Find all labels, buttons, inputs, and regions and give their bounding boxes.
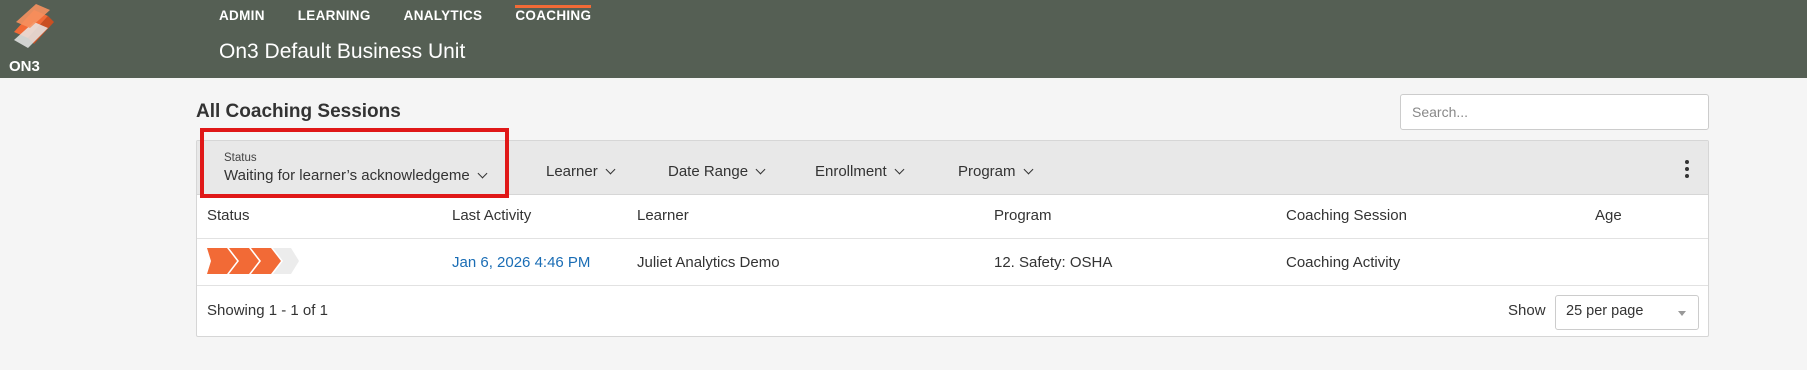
learner-cell: Juliet Analytics Demo [637,254,780,271]
last-activity-link[interactable]: Jan 6, 2026 4:46 PM [452,254,590,271]
status-filter-dropdown[interactable]: Status Waiting for learner’s acknowledge… [200,128,509,198]
column-header-last-activity[interactable]: Last Activity [452,207,531,224]
program-cell: 12. Safety: OSHA [994,254,1113,271]
per-page-label: Show [1508,302,1546,319]
chevron-down-icon [755,164,766,175]
caret-down-icon [1678,311,1686,316]
logo-text: ON3 [9,58,40,74]
column-header-program[interactable]: Program [994,207,1052,224]
nav-coaching[interactable]: COACHING [515,5,592,26]
on3-logo[interactable]: ON3 [6,2,64,74]
per-page-value: 25 per page [1566,303,1644,319]
learner-filter-label: Learner [546,163,598,180]
main-nav: ADMIN LEARNING ANALYTICS COACHING [219,5,624,26]
status-filter-label: Status [224,152,257,164]
chevron-down-icon [894,164,905,175]
divider [197,238,1708,239]
progress-chevrons-icon [207,248,299,274]
chevron-down-icon [605,164,616,175]
column-header-age[interactable]: Age [1595,207,1622,224]
date-range-filter[interactable]: Date Range [668,163,766,180]
nav-admin[interactable]: ADMIN [219,8,265,26]
more-options-icon[interactable] [1681,160,1693,180]
program-filter[interactable]: Program [958,163,1033,180]
column-header-coaching-session[interactable]: Coaching Session [1286,207,1407,224]
column-header-status[interactable]: Status [207,207,250,224]
status-filter-value: Waiting for learner’s acknowledgeme [224,167,499,184]
page-title: All Coaching Sessions [196,101,401,122]
search-input[interactable] [1400,94,1709,130]
divider [197,285,1708,286]
filter-bar: Status Waiting for learner’s acknowledge… [197,128,1708,198]
learner-filter[interactable]: Learner [546,163,616,180]
coaching-session-cell: Coaching Activity [1286,254,1401,271]
business-unit-title: On3 Default Business Unit [219,40,466,63]
per-page-select[interactable]: 25 per page [1555,295,1699,330]
program-filter-label: Program [958,163,1016,180]
chevron-down-icon [477,168,488,179]
top-bar: ON3 ADMIN LEARNING ANALYTICS COACHING On… [0,0,1807,78]
column-header-learner[interactable]: Learner [637,207,689,224]
enrollment-filter[interactable]: Enrollment [815,163,905,180]
nav-learning[interactable]: LEARNING [298,8,371,26]
status-filter-value-text: Waiting for learner’s acknowledgeme [224,167,470,184]
date-range-filter-label: Date Range [668,163,749,180]
pagination-summary: Showing 1 - 1 of 1 [207,302,328,319]
nav-analytics[interactable]: ANALYTICS [404,8,483,26]
chevron-down-icon [1023,164,1033,175]
enrollment-filter-label: Enrollment [815,163,887,180]
sessions-card: Status Waiting for learner’s acknowledge… [196,128,1709,337]
